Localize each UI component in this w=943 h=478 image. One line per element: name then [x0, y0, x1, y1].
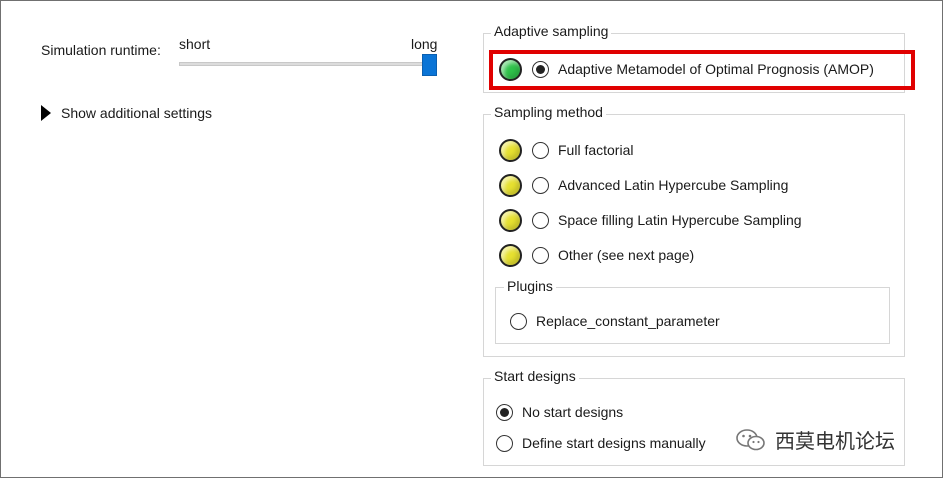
full-factorial-radio[interactable] — [532, 141, 549, 159]
full-factorial-label: Full factorial — [558, 142, 634, 158]
space-filling-lhs-option[interactable]: Space filling Latin Hypercube Sampling — [499, 208, 802, 232]
no-start-designs-option[interactable]: No start designs — [496, 400, 623, 424]
watermark: 西莫电机论坛 — [735, 425, 895, 454]
watermark-text: 西莫电机论坛 — [775, 431, 895, 453]
no-start-designs-label: No start designs — [522, 404, 624, 420]
other-label: Other (see next page) — [558, 247, 695, 263]
adaptive-sampling-title: Adaptive sampling — [491, 23, 612, 39]
runtime-min-label: short — [179, 36, 211, 52]
define-start-designs-option[interactable]: Define start designs manually — [496, 431, 706, 455]
status-yellow-indicator-icon — [499, 208, 522, 232]
wechat-logo-icon — [736, 428, 765, 450]
show-additional-settings-toggle[interactable]: Show additional settings — [41, 105, 212, 121]
full-factorial-option[interactable]: Full factorial — [499, 138, 633, 162]
runtime-label: Simulation runtime: — [41, 42, 161, 58]
runtime-max-label: long — [411, 36, 438, 52]
show-additional-settings-label: Show additional settings — [61, 105, 212, 121]
advanced-lhs-option[interactable]: Advanced Latin Hypercube Sampling — [499, 173, 788, 197]
no-start-designs-radio[interactable] — [496, 403, 513, 421]
settings-panel: Simulation runtime: short long Show addi… — [0, 0, 943, 478]
replace-constant-parameter-label: Replace_constant_parameter — [536, 313, 720, 329]
replace-constant-parameter-option[interactable]: Replace_constant_parameter — [510, 309, 720, 333]
sampling-method-title: Sampling method — [491, 104, 606, 120]
other-radio[interactable] — [532, 246, 549, 264]
start-designs-title: Start designs — [491, 368, 579, 384]
plugins-title: Plugins — [504, 278, 556, 294]
highlight-box — [489, 50, 915, 90]
define-start-designs-label: Define start designs manually — [522, 435, 706, 451]
status-yellow-indicator-icon — [499, 138, 522, 162]
other-option[interactable]: Other (see next page) — [499, 243, 694, 267]
runtime-slider-track[interactable] — [179, 62, 436, 66]
status-yellow-indicator-icon — [499, 243, 522, 267]
runtime-slider-handle[interactable] — [422, 54, 437, 76]
define-start-designs-radio[interactable] — [496, 434, 513, 452]
space-filling-lhs-radio[interactable] — [532, 211, 549, 229]
advanced-lhs-label: Advanced Latin Hypercube Sampling — [558, 177, 789, 193]
expand-triangle-icon — [41, 105, 51, 121]
space-filling-lhs-label: Space filling Latin Hypercube Sampling — [558, 212, 802, 228]
status-yellow-indicator-icon — [499, 173, 522, 197]
replace-constant-parameter-radio[interactable] — [510, 312, 527, 330]
advanced-lhs-radio[interactable] — [532, 176, 549, 194]
